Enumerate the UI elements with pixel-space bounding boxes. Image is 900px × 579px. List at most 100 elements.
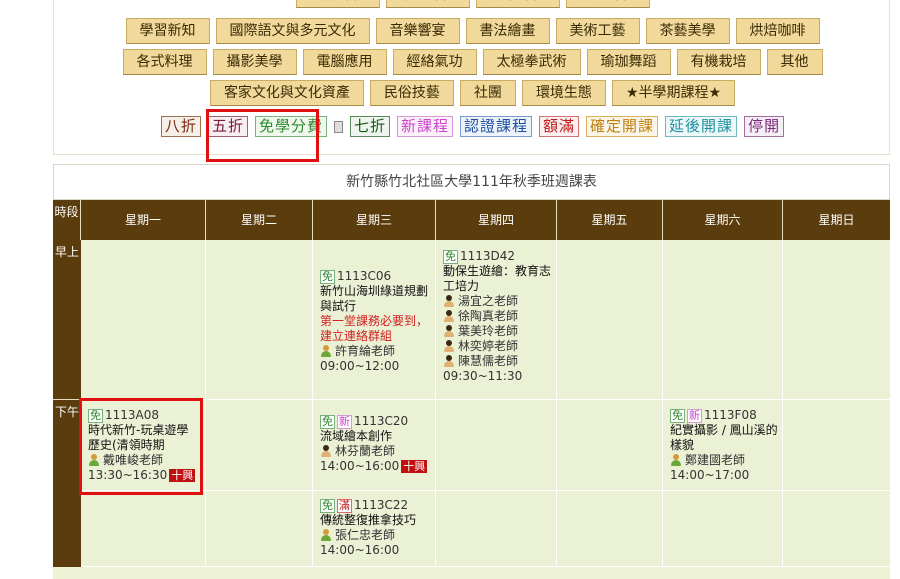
time-value: 14:00~16:00 (320, 459, 400, 473)
teacher-name: 張仁忠老師 (335, 528, 396, 542)
category-hakka[interactable]: 客家文化與文化資產 (209, 80, 364, 106)
cell-morning-saturday (663, 240, 783, 400)
category-cooking[interactable]: 各式料理 (122, 49, 207, 75)
cell-afternoon-sunday (783, 400, 890, 491)
header-tuesday: 星期二 (206, 200, 313, 240)
free-badge: 免 (670, 408, 685, 423)
category-taichi[interactable]: 太極拳武術 (482, 49, 581, 75)
category-computer[interactable]: 電腦應用 (302, 49, 387, 75)
cell-afternoon2-monday (81, 491, 206, 567)
teacher-male-icon (320, 345, 332, 358)
cell-afternoon2-friday (557, 491, 663, 567)
course-code-line: 免 1113C06 (320, 269, 432, 284)
category-calligraphy[interactable]: 書法繪畫 (465, 18, 550, 44)
course-code: 1113F08 (704, 408, 757, 422)
tag-eighty-percent[interactable]: 八折 (160, 116, 201, 137)
course-teacher: 林奕婷老師 (443, 339, 555, 354)
course-name[interactable]: 新竹山海圳綠道規劃與試行 (320, 284, 432, 314)
category-row-time: 全部課程 早上課程 下午課程 晚上課程 (54, 0, 891, 8)
tag-new-course[interactable]: 新課程 (396, 116, 453, 137)
category-panel: 全部課程 早上課程 下午課程 晚上課程 學習新知 國際語文與多元文化 音樂響宴 … (53, 0, 890, 155)
course-code-line: 免 1113D42 (443, 249, 555, 264)
tag-confirmed[interactable]: 確定開課 (586, 116, 659, 137)
course-1113c22[interactable]: 免 滿 1113C22 傳統整復推拿技巧 張仁忠老師 14:00~16:00 (320, 498, 432, 558)
course-time: 14:00~16:00 (320, 543, 400, 557)
teacher-name: 林奕婷老師 (458, 339, 519, 353)
cell-afternoon-thursday (436, 400, 557, 491)
course-name[interactable]: 流域繪本創作 (320, 429, 432, 444)
tag-seventy-percent[interactable]: 七折 (349, 116, 390, 137)
teacher-female-icon (443, 325, 455, 338)
period-afternoon: 下午 (53, 400, 81, 567)
course-1113d42[interactable]: 免 1113D42 動保生遊繪：教育志工培力 湯宜之老師 徐陶真老師 葉美玲老師… (443, 249, 555, 384)
category-crafts[interactable]: 美術工藝 (555, 18, 640, 44)
category-photography[interactable]: 攝影美學 (212, 49, 297, 75)
tag-stopped[interactable]: 停開 (744, 116, 785, 137)
tag-full[interactable]: 額滿 (539, 116, 580, 137)
course-notice: 第一堂課務必要到，建立連絡群組 (320, 314, 429, 343)
course-name[interactable]: 紀實攝影 / 鳳山溪的樣貌 (670, 423, 782, 453)
teacher-female-icon (320, 445, 332, 458)
header-saturday: 星期六 (663, 200, 783, 240)
category-baking[interactable]: 烘焙咖啡 (735, 18, 820, 44)
teacher-female-icon (443, 355, 455, 368)
teacher-name: 許育綸老師 (335, 344, 396, 358)
category-tea[interactable]: 茶藝美學 (645, 18, 730, 44)
new-badge: 新 (687, 408, 702, 423)
category-music[interactable]: 音樂響宴 (375, 18, 460, 44)
header-wednesday: 星期三 (313, 200, 436, 240)
category-afternoon-courses[interactable]: 下午課程 (475, 0, 560, 8)
category-other[interactable]: 其他 (766, 49, 823, 75)
cell-morning-monday (81, 240, 206, 400)
teacher-female-icon (443, 340, 455, 353)
teacher-female-icon (443, 295, 455, 308)
tag-delayed[interactable]: 延後開課 (665, 116, 738, 137)
category-all-courses[interactable]: 全部課程 (295, 0, 380, 8)
free-badge: 免 (320, 498, 335, 513)
cell-afternoon2-thursday (436, 491, 557, 567)
category-qigong[interactable]: 經絡氣功 (392, 49, 477, 75)
category-folk[interactable]: 民俗技藝 (369, 80, 454, 106)
teacher-male-icon (320, 529, 332, 542)
tag-certified-course[interactable]: 認證課程 (460, 116, 533, 137)
course-time: 09:30~11:30 (443, 369, 523, 383)
teacher-male-icon (670, 454, 682, 467)
course-1113f08[interactable]: 免 新 1113F08 紀實攝影 / 鳳山溪的樣貌 鄭建國老師 14:00~17… (670, 408, 782, 483)
category-evening-courses[interactable]: 晚上課程 (565, 0, 650, 8)
broken-image-icon (333, 120, 343, 133)
cell-afternoon-tuesday (206, 400, 313, 491)
category-row-3: 客家文化與文化資產 民俗技藝 社團 環境生態 ★半學期課程★ (54, 80, 891, 106)
course-code: 1113D42 (460, 249, 516, 263)
course-code-line: 免 新 1113C20 (320, 414, 432, 429)
new-badge: 新 (337, 414, 352, 429)
course-teacher: 陳慧儒老師 (443, 354, 555, 369)
category-half-semester[interactable]: ★半學期課程★ (611, 80, 736, 106)
category-morning-courses[interactable]: 早上課程 (385, 0, 470, 8)
category-languages[interactable]: 國際語文與多元文化 (215, 18, 370, 44)
teacher-female-icon (443, 310, 455, 323)
teacher-name: 徐陶真老師 (458, 309, 519, 323)
cell-afternoon-friday (557, 400, 663, 491)
category-organic[interactable]: 有機栽培 (676, 49, 761, 75)
course-teacher: 鄭建國老師 (670, 453, 782, 468)
header-period: 時段 (53, 200, 81, 240)
category-clubs[interactable]: 社團 (459, 80, 516, 106)
course-1113c06[interactable]: 免 1113C06 新竹山海圳綠道規劃與試行 第一堂課務必要到，建立連絡群組 許… (320, 269, 432, 374)
course-name[interactable]: 動保生遊繪：教育志工培力 (443, 264, 555, 294)
category-ecology[interactable]: 環境生態 (521, 80, 606, 106)
course-teacher: 張仁忠老師 (320, 528, 432, 543)
cell-afternoon2-tuesday (206, 491, 313, 567)
course-code-line: 免 滿 1113C22 (320, 498, 432, 513)
cell-afternoon2-saturday (663, 491, 783, 567)
free-badge: 免 (320, 414, 335, 429)
cell-morning-friday (557, 240, 663, 400)
course-teacher: 湯宜之老師 (443, 294, 555, 309)
page: 全部課程 早上課程 下午課程 晚上課程 學習新知 國際語文與多元文化 音樂響宴 … (0, 0, 900, 579)
category-learning[interactable]: 學習新知 (125, 18, 210, 44)
teacher-name: 林芬蘭老師 (335, 444, 396, 458)
header-sunday: 星期日 (783, 200, 890, 240)
course-1113c20[interactable]: 免 新 1113C20 流域繪本創作 林芬蘭老師 14:00~16:00 十興 (320, 414, 432, 474)
course-code: 1113C20 (354, 414, 409, 428)
category-yoga[interactable]: 瑜珈舞蹈 (586, 49, 671, 75)
course-name[interactable]: 傳統整復推拿技巧 (320, 513, 432, 528)
